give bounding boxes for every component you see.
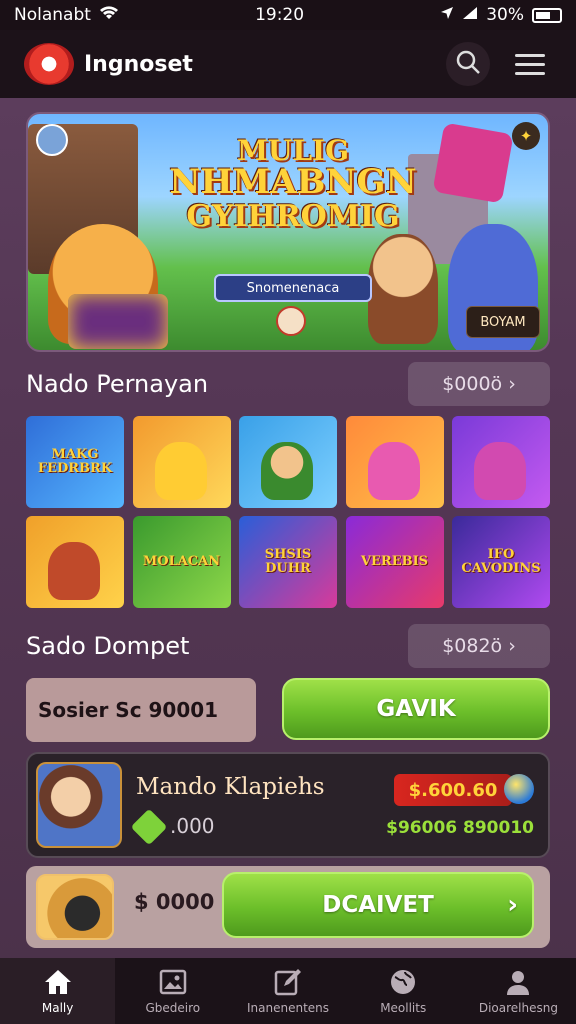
mascot-face-icon [276,306,306,336]
nav-label: Inanenentens [246,1001,330,1015]
wallet-section-title: Sado Dompet [26,632,190,660]
carrier-label: Nolanabt [14,5,91,25]
game-tile[interactable] [239,416,337,508]
deposit-button[interactable]: DCAIVET › [222,872,534,938]
gavik-button[interactable]: GAVIK [282,678,550,740]
treasure-chest-icon [36,874,114,940]
app-title: Ingnoset [84,51,193,77]
game-character-art [474,442,526,500]
banner-cta-button[interactable]: Snomenenaca [214,274,372,302]
hamburger-icon [515,53,545,75]
banner-title-line3: GYIHROMIG [186,199,400,235]
game-tile[interactable] [345,416,444,508]
player-gem-value: .000 [170,814,215,838]
banner-treasure-chest [68,294,168,349]
battery-icon [532,7,562,23]
game-tile[interactable]: MAKG FEDRBRK [26,416,124,508]
game-tile[interactable]: VEREBIS [345,516,444,608]
wallet-balance-pill[interactable]: $082ö › [408,624,550,668]
location-icon [440,5,454,25]
player-stats: $96006 890010 [386,818,534,838]
orb-icon [504,774,534,804]
globe-icon [388,967,418,997]
banner-avatar-icon [36,124,68,156]
status-bar: Nolanabt 19:20 30% [0,0,576,30]
battery-percent: 30% [486,5,524,25]
wifi-icon [99,5,119,26]
player-card[interactable]: Mando Klapiehs .000 $.600.60 $96006 8900… [26,752,550,858]
deposit-button-label: DCAIVET [322,892,434,918]
nav-item-gallery[interactable]: Gbedeiro [115,958,230,1024]
banner-title-line1: MULIG [236,134,350,167]
star-icon: ✦ [512,122,540,150]
nav-item-profile[interactable]: Dioarelhesng [461,958,576,1024]
price-badge: $.600.60 [394,774,512,806]
banner-gift-art [432,122,514,204]
avatar [36,762,122,848]
game-tile-label: MOLACAN [142,554,221,570]
promo-banner[interactable]: ✦ MULIG NHMABNGN GYIHROMIG Snomenenaca B… [26,112,550,352]
search-icon [455,49,481,79]
nav-label: Meollits [380,1001,427,1015]
games-grid: MAKG FEDRBRK MOLACAN SHSIS DUHR VEREBIS … [26,416,550,608]
menu-button[interactable] [508,42,552,86]
app-logo-icon [24,43,74,85]
wallet-section-header: Sado Dompet $082ö › [26,624,550,668]
game-character-art [48,542,100,600]
game-tile-label: SHSIS DUHR [264,547,312,576]
signal-icon [462,5,478,25]
user-icon [503,967,533,997]
nav-item-edit[interactable]: Inanenentens [230,958,345,1024]
nav-label: Dioarelhesng [478,1001,558,1015]
deposit-card: $ 0000 DCAIVET › [26,866,550,948]
games-section-title: Nado Pernayan [26,370,209,398]
image-icon [158,967,188,997]
game-tile[interactable] [452,416,550,508]
clock: 19:20 [255,5,305,25]
game-character-art [154,442,207,500]
game-tile[interactable]: SHSIS DUHR [239,516,337,608]
banner-hero-character [368,234,438,344]
chevron-right-icon: › [507,890,518,920]
deposit-amount: $ 0000 [134,890,215,914]
game-character-art [367,442,420,500]
game-tile[interactable]: IFO CAVODINS [452,516,550,608]
app-header: Ingnoset [0,30,576,98]
nav-label: Gbedeiro [145,1001,201,1015]
gem-icon [130,808,168,846]
game-character-art [261,442,313,500]
chevron-right-icon: › [508,373,516,395]
games-section-header: Nado Pernayan $000ö › [26,362,550,406]
games-balance-pill[interactable]: $000ö › [408,362,550,406]
search-button[interactable] [446,42,490,86]
home-icon [43,967,73,997]
bottom-nav: Mally Gbedeiro Inanenentens Meollits Dio… [0,958,576,1024]
nav-item-world[interactable]: Meollits [346,958,461,1024]
nav-item-home[interactable]: Mally [0,958,116,1024]
banner-title: MULIG NHMABNGN GYIHROMIG [168,136,418,233]
banner-title-line2: NHMABNGN [169,162,417,203]
game-tile-label: IFO CAVODINS [461,547,541,576]
game-tile[interactable] [26,516,124,608]
edit-icon [273,967,303,997]
player-name: Mando Klapiehs [136,774,325,800]
game-tile[interactable] [132,416,231,508]
games-balance-value: $000ö [442,373,503,395]
wallet-balance-value: $082ö [442,635,503,657]
game-tile-label: VEREBIS [360,554,429,570]
amount-field[interactable]: Sosier Sc 90001 [26,678,256,742]
banner-badge[interactable]: BOYAM [466,306,540,338]
game-tile-label: MAKG FEDRBRK [37,447,113,476]
nav-label: Mally [41,1001,74,1015]
game-tile[interactable]: MOLACAN [132,516,231,608]
chevron-right-icon: › [508,635,516,657]
